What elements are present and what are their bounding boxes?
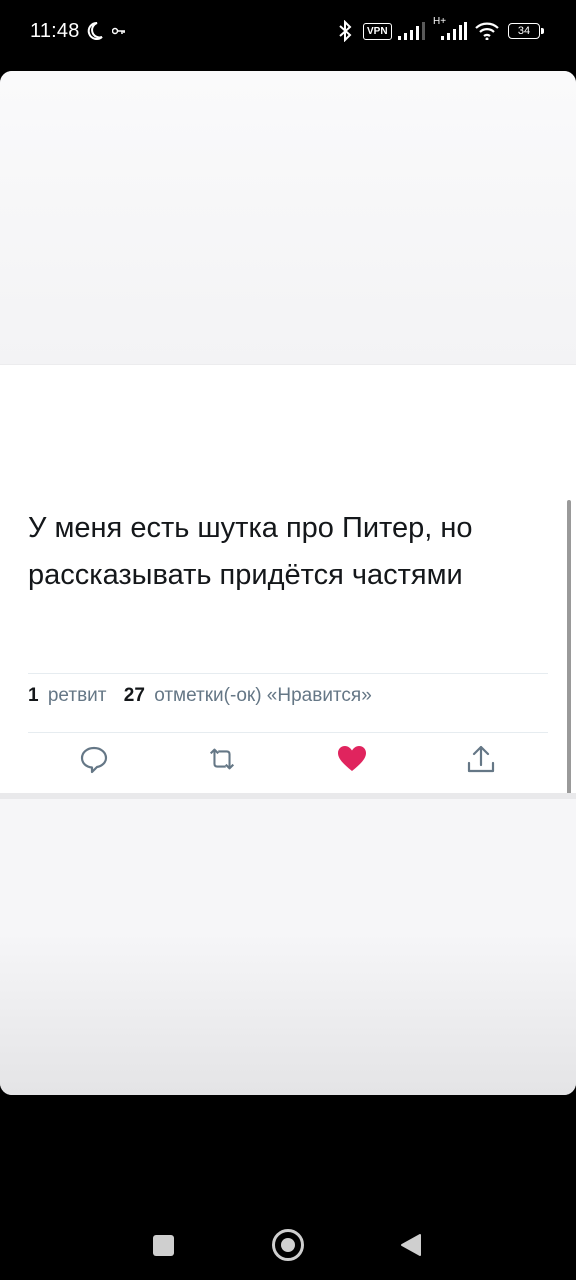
share-icon[interactable]	[465, 743, 497, 775]
likes-label: отметки(-ок) «Нравится»	[154, 685, 372, 706]
recents-button[interactable]	[153, 1235, 174, 1256]
tweet-text: У меня есть шутка про Питер, но рассказы…	[28, 512, 473, 591]
retweet-label: ретвит	[47, 685, 107, 706]
bluetooth-icon	[339, 20, 352, 42]
status-time: 11:48	[30, 20, 80, 42]
back-button[interactable]	[400, 1233, 422, 1257]
top-blank-area	[0, 71, 576, 365]
vpn-badge: VPN	[363, 23, 392, 40]
divider	[28, 673, 548, 674]
battery-indicator: 34	[508, 23, 544, 39]
status-bar: 11:48 VPN H+ 34	[0, 0, 576, 66]
signal-strength-2-icon	[441, 22, 467, 40]
home-button[interactable]	[272, 1229, 304, 1261]
divider	[28, 732, 548, 733]
retweet-count: 1	[28, 685, 39, 706]
signal-strength-icon	[398, 22, 425, 40]
do-not-disturb-moon-icon	[87, 21, 103, 40]
reply-icon[interactable]	[78, 743, 110, 775]
key-icon	[112, 27, 125, 35]
image-viewer: У меня есть шутка про Питер, но рассказы…	[0, 71, 576, 1095]
navigation-bar	[0, 1095, 576, 1280]
wifi-icon	[475, 22, 499, 40]
tweet-stats: 1 ретвит 27 отметки(-ок) «Нравится»	[28, 685, 376, 707]
scrollbar-thumb[interactable]	[567, 500, 571, 802]
bottom-blank-area	[0, 793, 576, 1095]
retweet-icon[interactable]	[206, 743, 238, 775]
likes-count: 27	[123, 685, 145, 706]
tweet-actions	[0, 743, 576, 783]
heart-icon[interactable]	[336, 743, 368, 775]
tweet-card: У меня есть шутка про Питер, но рассказы…	[0, 365, 576, 793]
